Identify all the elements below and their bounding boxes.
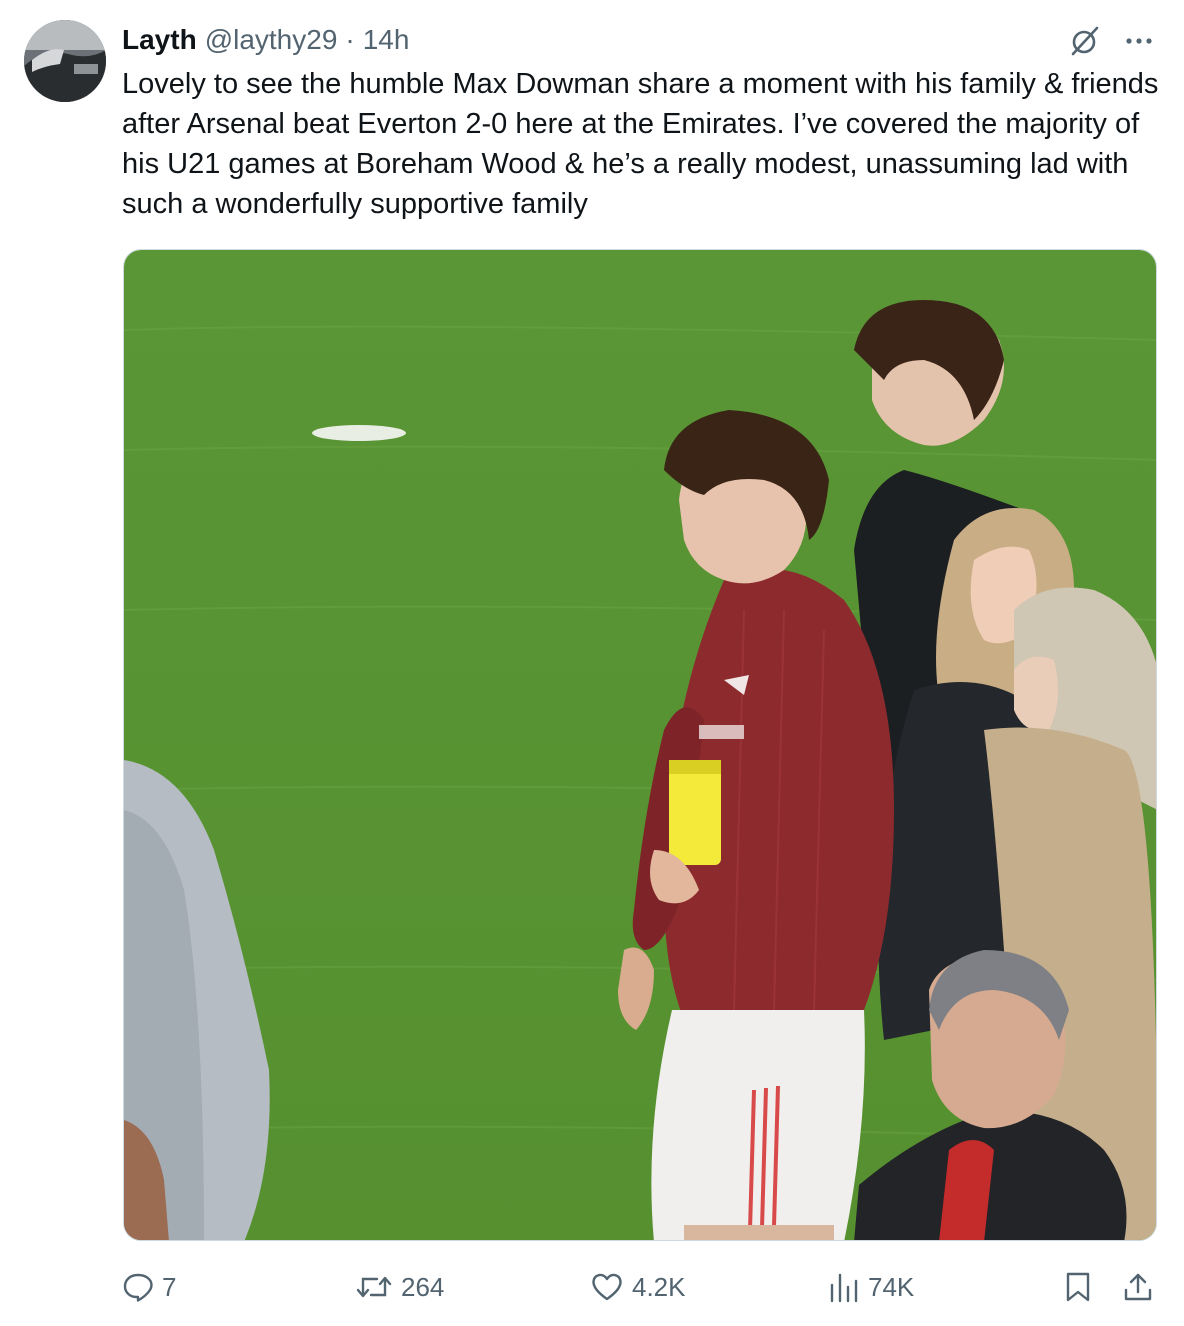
action-bar: 7 264 4.2K 74K bbox=[0, 1262, 1184, 1312]
views-button[interactable]: 74K bbox=[828, 1262, 914, 1312]
bookmark-icon bbox=[1066, 1272, 1090, 1302]
more-options-icon[interactable] bbox=[1124, 26, 1154, 56]
reply-count: 7 bbox=[162, 1271, 177, 1302]
timestamp[interactable]: 14h bbox=[363, 24, 410, 56]
views-icon bbox=[830, 1273, 858, 1303]
tweet-top-icons bbox=[1068, 24, 1154, 58]
bookmark-button[interactable] bbox=[1064, 1262, 1092, 1312]
repost-count: 264 bbox=[401, 1271, 445, 1302]
like-button[interactable]: 4.2K bbox=[590, 1262, 686, 1312]
author-handle[interactable]: @laythy29 bbox=[205, 24, 338, 56]
share-icon bbox=[1124, 1273, 1152, 1301]
share-button[interactable] bbox=[1122, 1262, 1154, 1312]
reply-button[interactable]: 7 bbox=[122, 1262, 176, 1312]
reply-icon bbox=[123, 1273, 153, 1302]
repost-icon bbox=[356, 1276, 392, 1298]
heart-icon bbox=[592, 1273, 622, 1301]
tweet-header: Layth @laythy29 · 14h bbox=[122, 20, 409, 60]
tweet-photo[interactable] bbox=[123, 249, 1157, 1241]
views-count: 74K bbox=[868, 1271, 915, 1302]
separator-dot: · bbox=[345, 24, 355, 55]
author-name[interactable]: Layth bbox=[122, 24, 197, 56]
repost-button[interactable]: 264 bbox=[355, 1262, 444, 1312]
grok-icon[interactable] bbox=[1068, 24, 1102, 58]
tweet-text: Lovely to see the humble Max Dowman shar… bbox=[122, 68, 1159, 220]
avatar[interactable] bbox=[24, 20, 106, 102]
like-count: 4.2K bbox=[632, 1271, 686, 1302]
